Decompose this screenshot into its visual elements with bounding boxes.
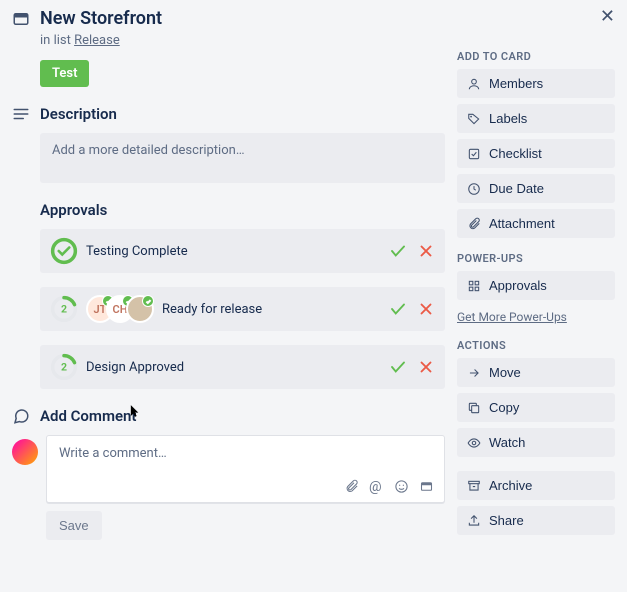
description-heading: Description [40,105,117,123]
approval-item[interactable]: 2 Design Approved [40,345,445,389]
check-square-icon [467,147,481,161]
arrow-right-icon [467,366,481,380]
sidebar-attachment[interactable]: Attachment [457,209,615,238]
share-icon [467,514,481,528]
avatar [126,295,154,323]
approve-icon[interactable] [389,242,407,260]
attach-icon[interactable] [344,479,359,494]
clock-icon [467,182,481,196]
sidebar-archive[interactable]: Archive [457,471,615,500]
approval-item[interactable]: Testing Complete [40,229,445,273]
card-icon-small[interactable] [419,479,434,494]
close-icon[interactable]: ✕ [600,8,615,26]
reject-icon[interactable] [417,358,435,376]
reject-icon[interactable] [417,242,435,260]
comment-heading: Add Comment [40,407,136,425]
approvals-heading: Approvals [40,201,107,219]
user-avatar [12,439,38,465]
sidebar-copy[interactable]: Copy [457,393,615,422]
reject-icon[interactable] [417,300,435,318]
power-ups-link[interactable]: Get More Power-Ups [457,310,567,324]
sidebar-heading: Add to card [457,50,615,63]
approval-item[interactable]: 2 JTCH Ready for release [40,287,445,331]
approval-complete-icon [50,237,78,265]
sidebar-heading: Actions [457,339,615,352]
sidebar-due-date[interactable]: Due Date [457,174,615,203]
card-icon [12,10,30,28]
comment-input[interactable]: Write a comment… @ [46,435,445,503]
grid-icon [467,279,481,293]
approval-name: Design Approved [86,360,381,375]
avatar-stack: JTCH [86,295,154,323]
eye-icon [467,436,481,450]
svg-text:2: 2 [61,303,67,316]
approval-name: Ready for release [162,302,381,317]
card-title[interactable]: New Storefront [40,8,162,29]
sidebar-approvals[interactable]: Approvals [457,271,615,300]
description-icon [12,105,30,123]
emoji-icon[interactable] [394,479,409,494]
comment-icon [12,407,30,425]
sidebar-heading: Power-Ups [457,252,615,265]
approval-pending-icon: 2 [50,295,78,323]
copy-icon [467,401,481,415]
save-comment-button: Save [46,511,102,540]
user-icon [467,77,481,91]
mention-icon[interactable]: @ [369,479,384,494]
paperclip-icon [467,217,481,231]
svg-text:2: 2 [61,361,67,374]
label-chip[interactable]: Test [40,60,89,87]
archive-icon [467,479,481,493]
sidebar-watch[interactable]: Watch [457,428,615,457]
approve-icon[interactable] [389,358,407,376]
sidebar-members[interactable]: Members [457,69,615,98]
sidebar-move[interactable]: Move [457,358,615,387]
sidebar-share[interactable]: Share [457,506,615,535]
sidebar-labels[interactable]: Labels [457,104,615,133]
approve-icon[interactable] [389,300,407,318]
tag-icon [467,112,481,126]
approval-pending-icon: 2 [50,353,78,381]
approval-name: Testing Complete [86,244,381,259]
description-input[interactable]: Add a more detailed description… [40,133,445,183]
list-line: in list Release [40,33,162,48]
sidebar-checklist[interactable]: Checklist [457,139,615,168]
list-link[interactable]: Release [74,33,120,48]
